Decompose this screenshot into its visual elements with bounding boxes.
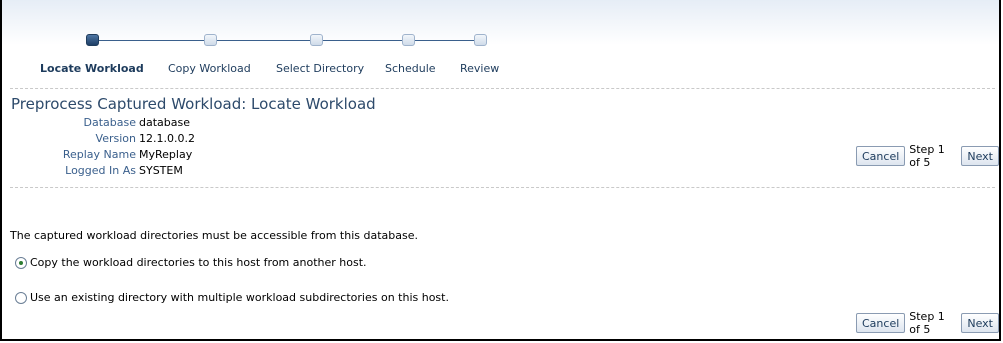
wizard-frame: Locate Workload Copy Workload Select Dir… [0,0,1001,341]
step-indicator-bottom: Step 1 of 5 [909,310,945,336]
next-button-bottom[interactable]: Next [961,313,999,333]
train-label-copy-workload[interactable]: Copy Workload [168,62,251,75]
step-indicator: Step 1 of 5 [909,143,945,169]
info-label-version: Version [95,132,136,145]
next-button[interactable]: Next [961,146,999,166]
radio-copy-directories[interactable] [15,256,27,269]
info-label-database: Database [83,116,137,129]
train-stop-schedule[interactable] [402,34,415,46]
option-existing-directory[interactable]: Use an existing directory with multiple … [15,291,449,304]
train-stop-review[interactable] [474,34,487,46]
info-value-replay-name: MyReplay [139,148,193,161]
train-stop-select-directory[interactable] [310,34,323,46]
cancel-button[interactable]: Cancel [856,146,906,166]
train-label-locate-workload: Locate Workload [40,62,144,75]
page-title: Preprocess Captured Workload: Locate Wor… [11,95,376,113]
train-label-review[interactable]: Review [460,62,499,75]
nav-bar-top: Cancel Step 1 of 5 Next [856,143,999,169]
radio-copy-directories-label[interactable]: Copy the workload directories to this ho… [30,256,367,269]
separator-top [10,88,995,89]
wizard-train: Locate Workload Copy Workload Select Dir… [2,0,602,80]
info-label-replay-name: Replay Name [62,148,136,161]
info-value-database: database [139,116,190,129]
info-value-logged-in-as: SYSTEM [139,164,183,177]
train-stop-locate-workload [86,34,99,46]
info-label-logged-in-as: Logged In As [65,164,136,177]
train-connector [92,40,480,41]
separator-middle [10,187,995,188]
option-copy-directories[interactable]: Copy the workload directories to this ho… [15,256,367,269]
train-label-schedule[interactable]: Schedule [385,62,436,75]
radio-existing-directory[interactable] [15,291,27,304]
radio-existing-directory-label[interactable]: Use an existing directory with multiple … [30,291,449,304]
train-label-select-directory[interactable]: Select Directory [276,62,364,75]
nav-bar-bottom: Cancel Step 1 of 5 Next [856,310,999,336]
cancel-button-bottom[interactable]: Cancel [856,313,906,333]
info-value-version: 12.1.0.0.2 [139,132,195,145]
instruction-text: The captured workload directories must b… [10,229,418,242]
train-stop-copy-workload[interactable] [204,34,217,46]
